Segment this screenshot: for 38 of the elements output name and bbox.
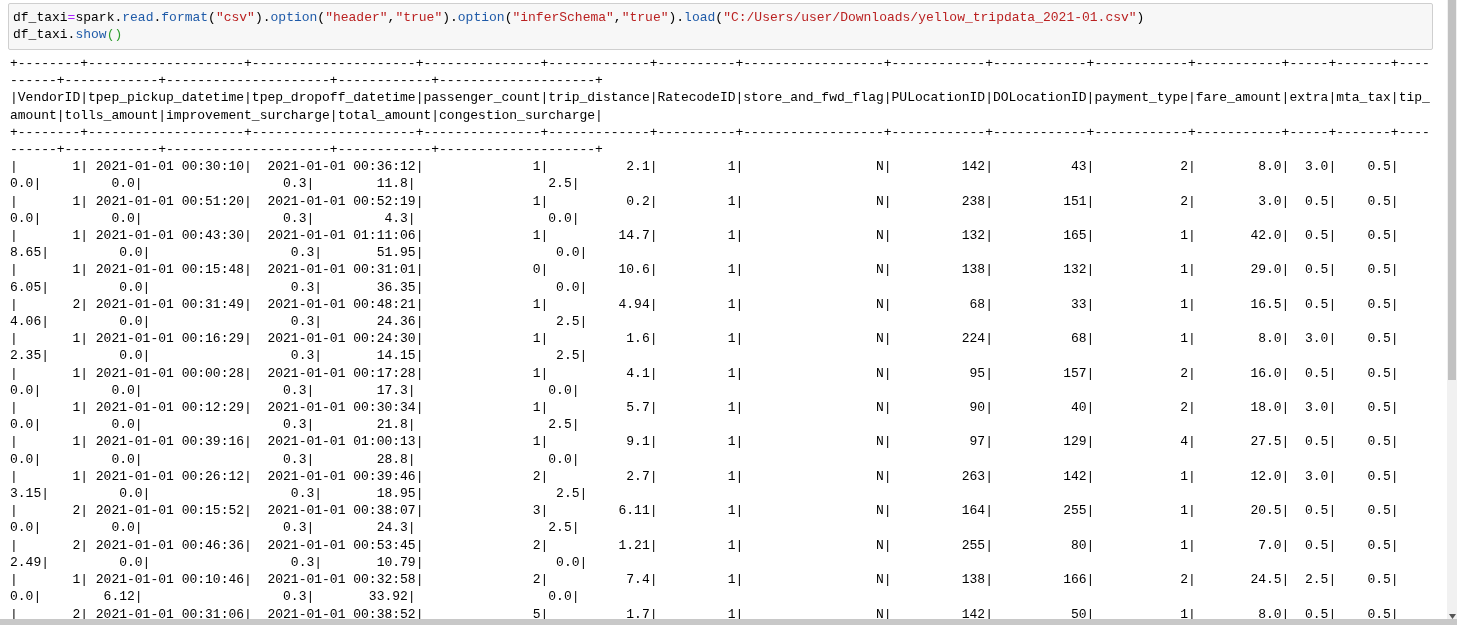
output-line: 3.15| 0.0| 0.3| 18.95| 2.5| — [10, 485, 588, 503]
output-line: +--------+--------------------+---------------------+---------------+-------------+----------+------------------+------------+------------+------------+-----------+-----+-------+---- — [10, 123, 1430, 141]
output-line: | 1| 2021-01-01 00:39:16| 2021-01-01 01:00:13| 1| 9.1| 1| N| 97| 129| 4| 27.5| 0.5| 0.5| — [10, 433, 1399, 451]
output-line: 0.0| 0.0| 0.3| 17.3| 0.0| — [10, 381, 580, 400]
output-line: 0.0| 0.0| 0.3| 24.3| 2.5| — [10, 519, 580, 537]
vertical-scrollbar[interactable] — [1447, 0, 1457, 619]
output-line: | 2| 2021-01-01 00:31:49| 2021-01-01 00:48:21| 1| 4.94| 1| N| 68| 33| 1| 16.5| 0.5| 0.5| — [10, 295, 1399, 314]
output-line: 0.0| 0.0| 0.3| 21.8| 2.5| — [10, 416, 580, 434]
output-line: | 1| 2021-01-01 00:10:46| 2021-01-01 00:32:58| 2| 7.4| 1| N| 138| 166| 2| 24.5| 2.5| 0.5| — [10, 571, 1399, 589]
output-line: | 1| 2021-01-01 00:15:48| 2021-01-01 00:31:01| 0| 10.6| 1| N| 138| 132| 1| 29.0| 0.5| 0.5| — [10, 261, 1399, 279]
output-line: 0.0| 0.0| 0.3| 11.8| 2.5| — [10, 175, 580, 193]
output-line: ------+------------+---------------------+------------+--------------------+ — [10, 141, 603, 159]
output-line: 0.0| 0.0| 0.3| 4.3| 0.0| — [10, 209, 580, 228]
output-line: 8.65| 0.0| 0.3| 51.95| 0.0| — [10, 244, 588, 262]
code-line: df_taxi.show() — [13, 26, 123, 43]
code-cell[interactable]: df_taxi=spark.read.format("csv").option("header","true").option("inferSchema","true").load("C:/Users/user/Downloads/yellow_tripdata_2021-01.csv") df_taxi.show() — [8, 3, 1433, 50]
output-line: | 1| 2021-01-01 00:26:12| 2021-01-01 00:39:46| 2| 2.7| 1| N| 263| 142| 1| 12.0| 3.0| 0.5| — [10, 467, 1399, 486]
output-line: 6.05| 0.0| 0.3| 36.35| 0.0| — [10, 278, 588, 296]
output-line: | 1| 2021-01-01 00:51:20| 2021-01-01 00:52:19| 1| 0.2| 1| N| 238| 151| 2| 3.0| 0.5| 0.5| — [10, 192, 1399, 210]
output-line: | 2| 2021-01-01 00:46:36| 2021-01-01 00:53:45| 2| 1.21| 1| N| 255| 80| 1| 7.0| 0.5| 0.5| — [10, 536, 1399, 554]
output-line: ------+------------+---------------------+------------+--------------------+ — [10, 72, 603, 90]
scrollbar-thumb[interactable] — [1448, 0, 1456, 380]
output-line: 2.49| 0.0| 0.3| 10.79| 0.0| — [10, 553, 588, 572]
output-line: +--------+--------------------+---------------------+---------------+-------------+----------+------------------+------------+------------+------------+-----------+-----+-------+---- — [10, 55, 1430, 73]
output-line: amount|tolls_amount|improvement_surcharge|total_amount|congestion_surcharge| — [10, 106, 603, 124]
output-line: | 1| 2021-01-01 00:12:29| 2021-01-01 00:30:34| 1| 5.7| 1| N| 90| 40| 2| 18.0| 3.0| 0.5| — [10, 399, 1399, 417]
output-line: 0.0| 6.12| 0.3| 33.92| 0.0| — [10, 588, 580, 606]
output-line: | 1| 2021-01-01 00:00:28| 2021-01-01 00:17:28| 1| 4.1| 1| N| 95| 157| 2| 16.0| 0.5| 0.5| — [10, 364, 1399, 382]
output-line: 0.0| 0.0| 0.3| 28.8| 0.0| — [10, 450, 580, 468]
output-line: | 1| 2021-01-01 00:43:30| 2021-01-01 01:11:06| 1| 14.7| 1| N| 132| 165| 1| 42.0| 0.5| 0.5| — [10, 227, 1399, 245]
output-line: |VendorID|tpep_pickup_datetime|tpep_dropoff_datetime|passenger_count|trip_distance|RatecodeID|store_and_fwd_flag|PULocationID|DOLocationID|payment_type|fare_amount|extra|mta_tax|tip_ — [10, 89, 1430, 107]
output-line: 4.06| 0.0| 0.3| 24.36| 2.5| — [10, 313, 588, 331]
output-line: | 2| 2021-01-01 00:15:52| 2021-01-01 00:38:07| 3| 6.11| 1| N| 164| 255| 1| 20.5| 0.5| 0.5| — [10, 502, 1399, 520]
horizontal-scrollbar[interactable] — [0, 619, 1457, 625]
code-line: df_taxi=spark.read.format("csv").option("header","true").option("inferSchema","true").load("C:/Users/user/Downloads/yellow_tripdata_2021-01.csv") — [13, 9, 1145, 26]
output-line: | 1| 2021-01-01 00:30:10| 2021-01-01 00:36:12| 1| 2.1| 1| N| 142| 43| 2| 8.0| 3.0| 0.5| — [10, 158, 1399, 176]
output-line: | 1| 2021-01-01 00:16:29| 2021-01-01 00:24:30| 1| 1.6| 1| N| 224| 68| 1| 8.0| 3.0| 0.5| — [10, 330, 1399, 348]
output-line: 2.35| 0.0| 0.3| 14.15| 2.5| — [10, 347, 588, 365]
